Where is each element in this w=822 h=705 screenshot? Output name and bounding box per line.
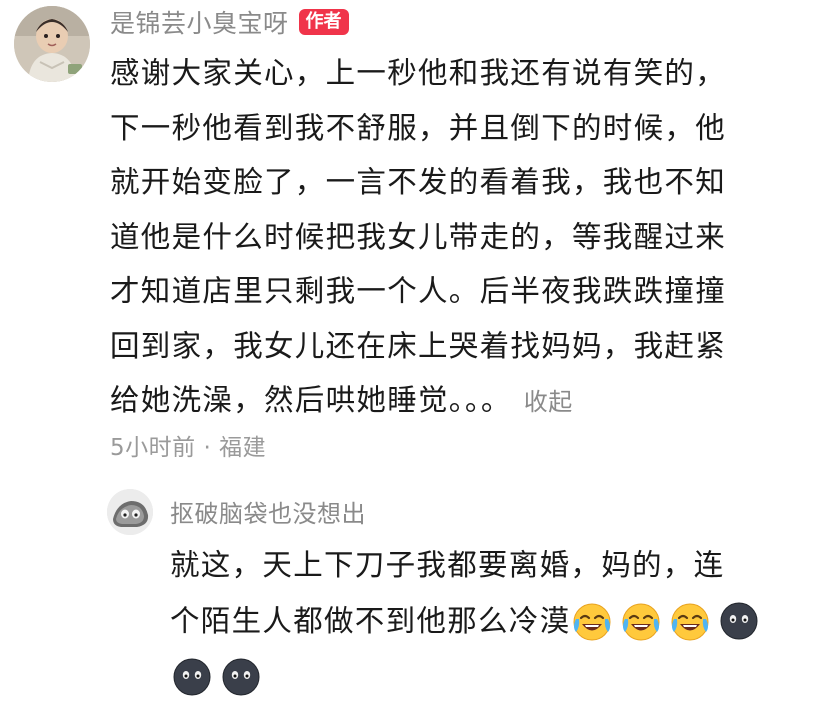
crying-laughing-emoji-icon [570, 599, 614, 643]
comment-text: 感谢大家关心，上一秒他和我还有说有笑的， 下一秒他看到我不舒服，并且倒下的时候，… [110, 46, 800, 428]
author-badge: 作者 [298, 9, 349, 35]
comment-line: 就开始变脸了，一言不发的看着我，我也不知 [110, 165, 727, 199]
crying-laughing-emoji-icon [619, 599, 663, 643]
baby-photo-avatar-icon [14, 6, 90, 82]
comment-line: 感谢大家关心，上一秒他和我还有说有笑的， [110, 56, 727, 90]
reply-emoji-line [170, 649, 810, 705]
reply-line: 个陌生人都做不到他那么冷漠 [170, 604, 571, 638]
author-name[interactable]: 是锦芸小臭宝呀 [110, 4, 289, 40]
crying-laughing-emoji-icon [668, 599, 712, 643]
dark-face-emoji-icon [219, 655, 263, 699]
reply-line-with-emoji: 个陌生人都做不到他那么冷漠 [170, 593, 810, 649]
reply-line: 就这，天上下刀子我都要离婚，妈的，连 [170, 548, 725, 582]
dark-face-emoji-icon [717, 599, 761, 643]
dark-face-emoji-icon [170, 655, 214, 699]
author-row: 是锦芸小臭宝呀 作者 [110, 4, 349, 40]
collapse-button[interactable]: 收起 [524, 388, 573, 416]
comment-line: 道他是什么时候把我女儿带走的，等我醒过来 [110, 219, 727, 254]
comment-line: 回到家，我女儿还在床上哭着找妈妈，我赶紧 [110, 328, 727, 363]
avatar[interactable] [14, 6, 90, 82]
comment-line: 给她洗澡，然后哄她睡觉。。。 [110, 383, 512, 417]
comment-line: 才知道店里只剩我一个人。后半夜我跌跌撞撞 [110, 274, 727, 308]
reply-comment: 抠破脑袋也没想出 就这，天上下刀子我都要离婚，妈的，连 个陌生人都做不到他那么冷… [0, 480, 822, 696]
reply-avatar[interactable] [107, 489, 153, 535]
main-comment: 是锦芸小臭宝呀 作者 感谢大家关心，上一秒他和我还有说有笑的， 下一秒他看到我不… [0, 0, 822, 480]
comment-line: 下一秒他看到我不舒服，并且倒下的时候，他 [110, 110, 727, 145]
comment-last-line: 给她洗澡，然后哄她睡觉。。。 收起 [110, 373, 800, 428]
comment-meta: 5小时前 · 福建 [110, 435, 267, 461]
reply-text: 就这，天上下刀子我都要离婚，妈的，连 个陌生人都做不到他那么冷漠 [170, 537, 810, 705]
sketch-face-avatar-icon [107, 489, 153, 535]
reply-author-name[interactable]: 抠破脑袋也没想出 [170, 494, 366, 529]
